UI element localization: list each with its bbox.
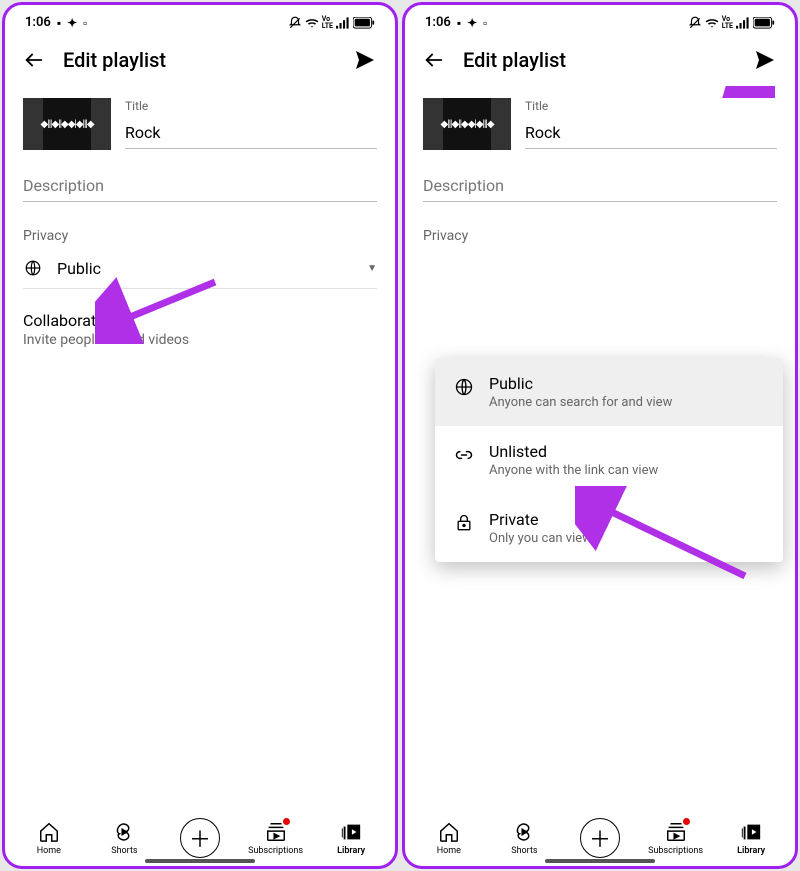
collaborate-title: Collaborate [23,311,377,330]
nav-home-label: Home [437,846,461,856]
privacy-dropdown[interactable]: Public ▼ [23,252,377,289]
playlist-title-row: ◆|||◆||◆◆|◆|||◆ Title [423,98,777,150]
option-subtitle: Anyone can search for and view [489,395,765,410]
status-volte-icon: VoLTE [322,16,333,30]
send-button[interactable] [753,48,777,72]
privacy-label: Privacy [23,228,377,244]
app-header: Edit playlist [5,34,395,86]
nav-home[interactable]: Home [18,820,80,856]
title-input[interactable] [525,119,777,149]
privacy-option-public[interactable]: Public Anyone can search for and view [435,358,783,426]
option-subtitle: Anyone with the link can view [489,463,765,478]
status-bar: 1:06 ▪ ✦ ▫ VoLTE [5,5,395,34]
title-input[interactable] [125,119,377,149]
playlist-thumbnail[interactable]: ◆|||◆||◆◆|◆|||◆ [423,98,511,150]
nav-subscriptions-label: Subscriptions [648,846,703,856]
app-header: Edit playlist [405,34,795,86]
description-input[interactable] [23,172,377,202]
title-label: Title [125,99,377,113]
nav-subscriptions[interactable]: Subscriptions [245,820,307,856]
collaborate-section[interactable]: Collaborate Invite people to add videos [23,311,377,348]
page-title: Edit playlist [63,48,335,72]
privacy-label: Privacy [423,228,777,244]
notification-dot [683,818,690,825]
nav-create[interactable]: ＋ [569,818,631,858]
plus-icon: ＋ [580,818,620,858]
option-subtitle: Only you can view [489,531,765,546]
nav-library[interactable]: Library [320,820,382,856]
notification-dot [283,818,290,825]
nav-library-label: Library [337,846,365,856]
waveform-icon: ◆|||◆||◆◆|◆|||◆ [40,119,93,130]
shorts-icon [512,820,536,844]
home-indicator [145,859,255,863]
nav-shorts[interactable]: Shorts [493,820,555,856]
privacy-selected-value: Public [57,259,101,278]
plus-icon: ＋ [180,818,220,858]
description-input[interactable] [423,172,777,202]
globe-icon [453,376,475,398]
nav-home[interactable]: Home [418,820,480,856]
playlist-title-row: ◆|||◆||◆◆|◆|||◆ Title [23,98,377,150]
status-wifi-icon [305,16,319,30]
phone-screenshot-right: 1:06 ▪ ✦ ▫ VoLTE Edit playlist [402,2,798,869]
nav-create[interactable]: ＋ [169,818,231,858]
option-title: Private [489,510,765,529]
status-wifi-icon [705,16,719,30]
globe-icon [23,258,43,278]
status-volte-icon: VoLTE [722,16,733,30]
home-icon [437,820,461,844]
status-time: 1:06 [425,15,451,30]
nav-subscriptions[interactable]: Subscriptions [645,820,707,856]
nav-subscriptions-label: Subscriptions [248,846,303,856]
nav-home-label: Home [37,846,61,856]
privacy-option-unlisted[interactable]: Unlisted Anyone with the link can view [435,426,783,494]
phone-screenshot-left: 1:06 ▪ ✦ ▫ VoLTE Edit playlist [2,2,398,869]
nav-library[interactable]: Library [720,820,782,856]
library-icon [339,820,363,844]
send-button[interactable] [353,48,377,72]
status-time: 1:06 [25,15,51,30]
status-battery-icon [753,17,775,29]
status-notif-chat-icon: ▪ [457,16,461,30]
nav-library-label: Library [737,846,765,856]
status-signal-icon [736,17,750,29]
privacy-options-popup: Public Anyone can search for and view Un… [435,358,783,562]
status-battery-icon [353,17,375,29]
nav-shorts-label: Shorts [111,846,137,856]
back-arrow-icon[interactable] [23,49,45,71]
bottom-nav: Home Shorts ＋ Subscriptions Library [5,811,395,866]
collaborate-subtitle: Invite people to add videos [23,332,377,348]
status-notif-chat-icon: ▪ [57,16,61,30]
annotation-arrow [565,86,775,98]
back-arrow-icon[interactable] [423,49,445,71]
lock-icon [453,512,475,534]
status-silent-icon [688,16,702,30]
waveform-icon: ◆|||◆||◆◆|◆|||◆ [440,119,493,130]
nav-shorts-label: Shorts [511,846,537,856]
page-title: Edit playlist [463,48,735,72]
subscriptions-icon [264,820,288,844]
subscriptions-icon [664,820,688,844]
privacy-option-private[interactable]: Private Only you can view [435,494,783,562]
status-notif-misc-icon: ▫ [483,16,487,30]
chevron-down-icon: ▼ [367,263,377,274]
playlist-thumbnail[interactable]: ◆|||◆||◆◆|◆|||◆ [23,98,111,150]
status-notif-app-icon: ✦ [467,16,477,30]
title-label: Title [525,99,777,113]
link-icon [453,444,475,466]
shorts-icon [112,820,136,844]
library-icon [739,820,763,844]
status-signal-icon [336,17,350,29]
status-bar: 1:06 ▪ ✦ ▫ VoLTE [405,5,795,34]
home-indicator [545,859,655,863]
home-icon [37,820,61,844]
status-silent-icon [288,16,302,30]
status-notif-app-icon: ✦ [67,16,77,30]
bottom-nav: Home Shorts ＋ Subscriptions Library [405,811,795,866]
status-notif-misc-icon: ▫ [83,16,87,30]
nav-shorts[interactable]: Shorts [93,820,155,856]
option-title: Public [489,374,765,393]
option-title: Unlisted [489,442,765,461]
